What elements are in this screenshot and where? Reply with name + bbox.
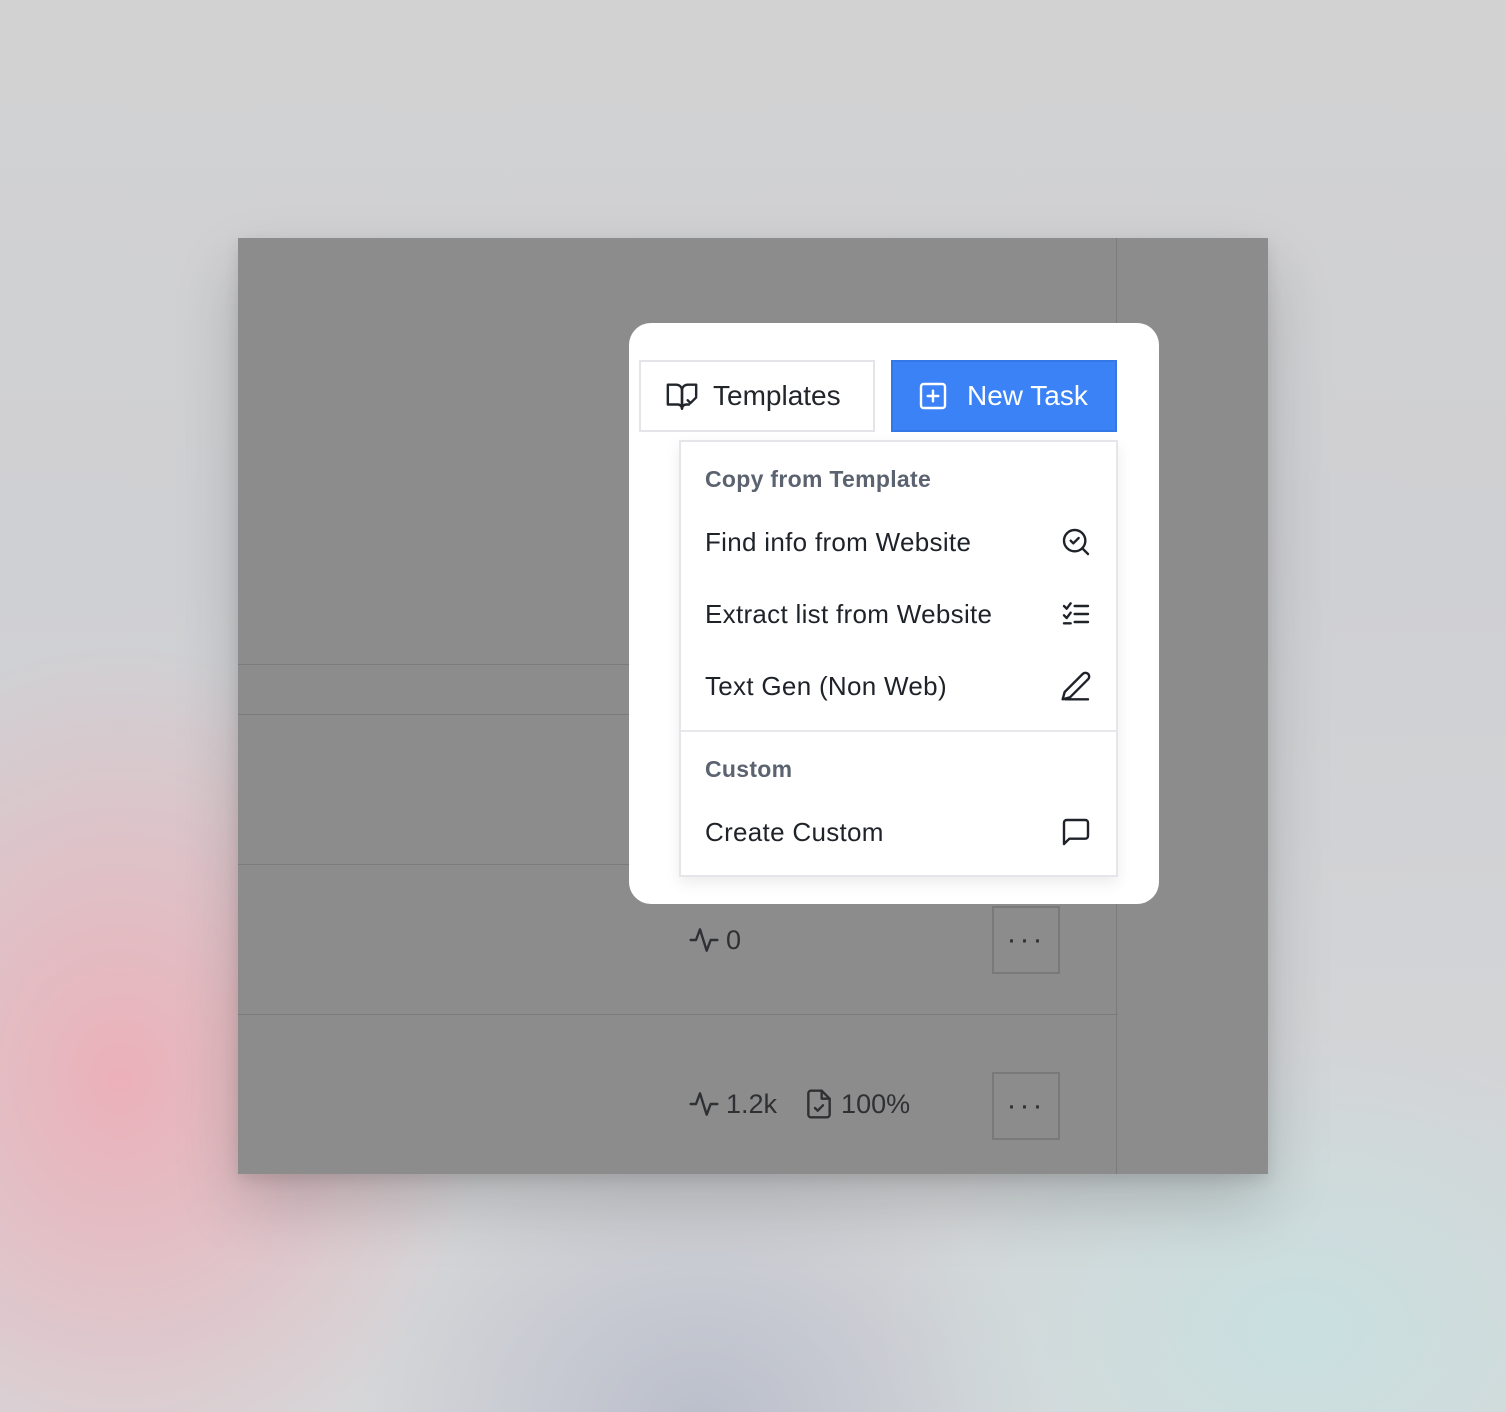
templates-label: Templates [713,380,841,411]
section-heading: Custom [705,756,793,782]
row-more-button[interactable]: ··· [992,906,1060,974]
completion-percent: 100% [841,1088,911,1119]
completion-stat: 100% [803,1088,910,1120]
new-task-label: New Task [967,380,1088,411]
menu-item-text-gen[interactable]: Text Gen (Non Web) [681,654,1116,718]
activity-count: 0 [726,924,742,955]
new-task-button[interactable]: New Task [891,360,1117,432]
menu-item-label: Create Custom [705,816,884,847]
pencil-icon [1061,671,1091,701]
menu-divider [681,730,1116,732]
row-divider [238,664,638,665]
checklist-icon [1062,602,1090,625]
row-divider [238,1014,1118,1015]
ellipsis-icon: ··· [1006,1089,1046,1122]
row-divider [238,714,638,715]
new-task-dropdown: Copy from Template Find info from Websit… [679,440,1118,877]
activity-stat: 1.2k [688,1088,777,1120]
file-check-icon [807,1089,831,1119]
activity-stat: 0 [688,924,741,956]
row-divider [238,864,638,865]
activity-count: 1.2k [726,1088,778,1119]
menu-item-label: Extract list from Website [705,598,993,629]
activity-icon [689,1092,719,1116]
templates-button[interactable]: Templates [639,360,875,432]
menu-item-extract-list[interactable]: Extract list from Website [681,582,1116,646]
task-row-stats: 1.2k 100% [688,1088,936,1120]
task-row-stats: 0 [688,924,767,956]
menu-item-create-custom[interactable]: Create Custom [681,800,1116,864]
menu-item-find-info[interactable]: Find info from Website [681,510,1116,574]
plus-square-icon [919,382,947,410]
book-check-icon [666,383,698,410]
row-more-button[interactable]: ··· [992,1072,1060,1140]
menu-item-label: Text Gen (Non Web) [705,670,947,701]
activity-icon [689,928,719,952]
ellipsis-icon: ··· [1006,923,1046,956]
focus-panel: Templates New Task Copy from Template Fi… [629,323,1159,904]
message-square-icon [1062,818,1090,846]
section-heading: Copy from Template [705,466,932,492]
search-check-icon [1062,528,1090,556]
menu-item-label: Find info from Website [705,526,972,557]
